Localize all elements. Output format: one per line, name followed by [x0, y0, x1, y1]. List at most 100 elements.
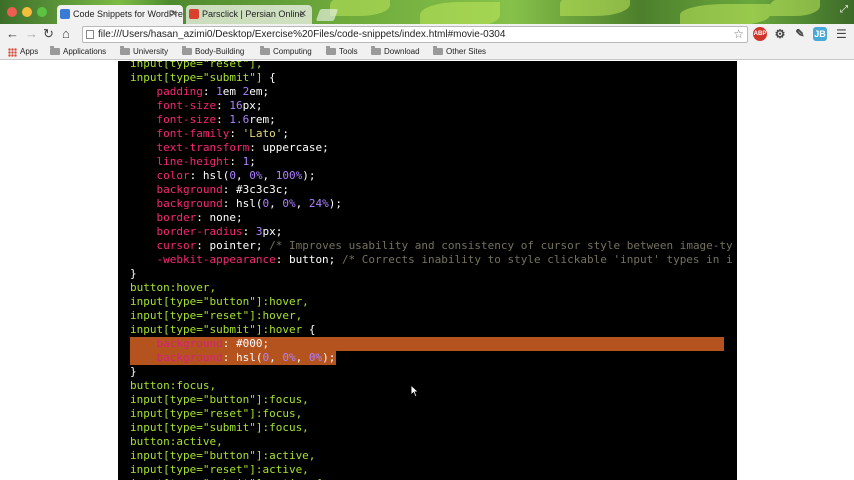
bookmark-computing[interactable]: Computing	[260, 44, 312, 60]
bookmark-download[interactable]: Download	[371, 44, 420, 60]
code-token: font-family	[130, 127, 230, 140]
bookmark-label: Computing	[273, 47, 312, 56]
code-token: ,	[269, 197, 283, 210]
code-line: }	[130, 365, 137, 379]
code-token: ;	[249, 155, 256, 168]
bookmark-tools[interactable]: Tools	[326, 44, 358, 60]
code-token: : button;	[275, 253, 342, 266]
code-line: font-family: 'Lato';	[130, 127, 289, 141]
adblock-icon[interactable]: ABP	[753, 27, 767, 41]
code-token: input[type="submit"]	[130, 71, 270, 84]
code-line: background: hsl(0, 0%, 24%);	[130, 197, 342, 211]
code-token: input[type="button"]:focus,	[130, 393, 309, 406]
code-line: input[type="submit"]:focus,	[130, 421, 309, 435]
code-token: px;	[262, 225, 283, 238]
folder-icon	[120, 46, 130, 55]
code-token: rem;	[249, 113, 276, 126]
forward-arrow-icon[interactable]: →	[25, 25, 38, 43]
new-tab-button[interactable]	[315, 9, 339, 21]
bookmark-label: University	[133, 47, 169, 56]
code-token: input[type="button"]:hover,	[130, 295, 309, 308]
address-bar[interactable]: file:///Users/hasan_azimi0/Desktop/Exerc…	[82, 26, 748, 43]
bookmark-body-building[interactable]: Body-Building	[182, 44, 244, 60]
bookmark-label: Apps	[20, 47, 39, 56]
code-line: text-transform: uppercase;	[130, 141, 328, 155]
code-line: border-radius: 3px;	[130, 225, 282, 239]
menu-icon[interactable]: ☰	[836, 25, 847, 43]
tab-code-snippets[interactable]: Code Snippets for WordPress ✕	[57, 5, 183, 24]
code-token: :	[216, 99, 230, 112]
code-token: 100%	[275, 169, 303, 182]
code-line: button:hover,	[130, 281, 216, 295]
code-token: button:active,	[130, 435, 223, 448]
code-token: 16	[229, 99, 243, 112]
code-token: 1	[216, 85, 223, 98]
back-arrow-icon[interactable]: ←	[6, 25, 19, 43]
zoom-window-button[interactable]	[37, 7, 47, 17]
code-token: ,	[235, 169, 250, 182]
code-token: 0%	[282, 351, 296, 364]
tab-close-icon[interactable]: ✕	[299, 5, 307, 24]
code-token: :	[202, 85, 217, 98]
code-token: /* Corrects inability to style clickable…	[341, 253, 733, 266]
bookmark-applications[interactable]: Applications	[50, 44, 106, 60]
code-token: -webkit-appearance	[130, 253, 276, 266]
code-token: 1.6	[229, 113, 250, 126]
folder-icon	[326, 46, 336, 55]
code-block: input[type="reset"], input[type="submit"]…	[118, 61, 737, 480]
code-line: input[type="button"]:active,	[130, 449, 315, 463]
reload-icon[interactable]: ↻	[43, 25, 54, 43]
code-token: px;	[242, 99, 263, 112]
code-token: 'Lato'	[242, 127, 283, 140]
tab-strip: Code Snippets for WordPress ✕ Parsclick …	[0, 0, 854, 24]
folder-icon	[182, 46, 192, 55]
fullscreen-icon[interactable]: ⤢	[840, 4, 848, 15]
code-token: button:focus,	[130, 379, 217, 392]
background-leaf	[560, 0, 630, 16]
code-token: em;	[249, 85, 270, 98]
code-token: : hsl(	[189, 169, 230, 182]
bookmark-apps[interactable]: Apps	[7, 44, 38, 60]
code-token: ,	[269, 351, 283, 364]
page-favicon-icon	[60, 9, 70, 19]
code-token: );	[302, 169, 316, 182]
tab-title: Parsclick | Persian Online	[202, 9, 305, 19]
code-token: :	[242, 225, 256, 238]
pen-extension-icon[interactable]: ✎	[793, 27, 807, 41]
code-token: background	[130, 183, 223, 196]
code-token: input[type="reset"]:focus,	[130, 407, 303, 420]
jetbrains-extension-icon[interactable]: JB	[813, 27, 827, 41]
code-line: button:active,	[130, 435, 223, 449]
parsclick-favicon-icon	[189, 9, 199, 19]
close-window-button[interactable]	[7, 7, 17, 17]
code-line: background: hsl(0, 0%, 0%);	[130, 351, 335, 365]
home-icon[interactable]: ⌂	[62, 25, 70, 43]
folder-icon	[50, 46, 60, 55]
code-line: cursor: pointer; /* Improves usability a…	[130, 239, 732, 253]
code-token: input[type="button"]:active,	[130, 449, 316, 462]
code-line: background: #000;	[130, 337, 269, 351]
code-line: input[type="submit"] {	[130, 71, 276, 85]
bookmark-star-icon[interactable]: ☆	[733, 27, 744, 42]
code-token: ;	[282, 127, 289, 140]
tab-close-icon[interactable]: ✕	[170, 5, 178, 24]
code-token: );	[328, 197, 342, 210]
tab-title: Code Snippets for WordPress	[73, 9, 183, 19]
bookmark-university[interactable]: University	[120, 44, 168, 60]
page-icon	[86, 30, 94, 39]
code-token: em	[222, 85, 243, 98]
code-token: line-height	[130, 155, 230, 168]
code-token: input[type="reset"]:hover,	[130, 309, 303, 322]
code-token: input[type="reset"],	[130, 61, 263, 70]
tab-parsclick[interactable]: Parsclick | Persian Online ✕	[186, 5, 312, 24]
minimize-window-button[interactable]	[22, 7, 32, 17]
code-line: color: hsl(0, 0%, 100%);	[130, 169, 315, 183]
code-token: border-radius	[130, 225, 243, 238]
bookmark-label: Other Sites	[446, 47, 487, 56]
code-token: {	[269, 71, 276, 84]
bookmark-other-sites[interactable]: Other Sites	[433, 44, 486, 60]
gear-icon[interactable]: ⚙	[773, 27, 787, 41]
code-line: font-size: 16px;	[130, 99, 262, 113]
background-leaf	[330, 0, 390, 16]
code-line: -webkit-appearance: button; /* Corrects …	[130, 253, 733, 267]
